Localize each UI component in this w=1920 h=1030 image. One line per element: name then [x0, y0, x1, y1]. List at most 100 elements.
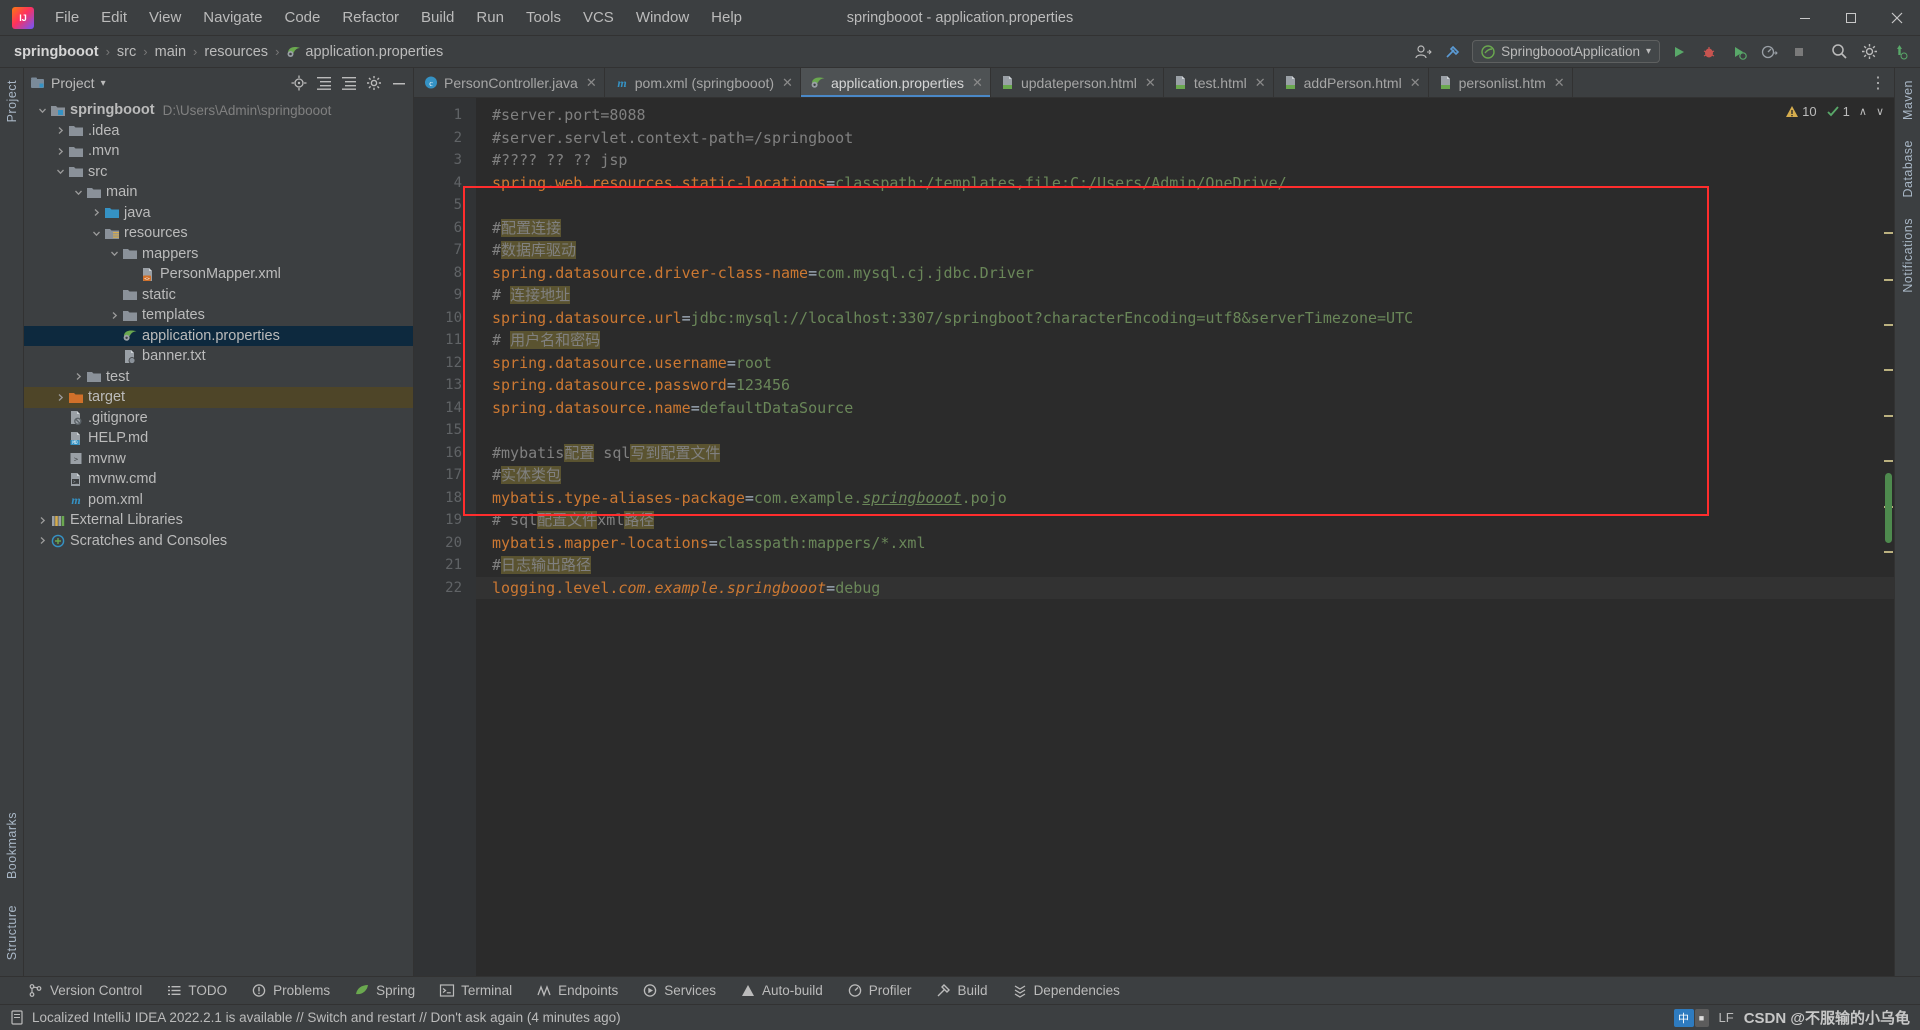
chevron-right-icon[interactable]: [90, 208, 103, 217]
code-line[interactable]: spring.datasource.username=root: [476, 352, 1894, 375]
tree-node-mvnw-cmd[interactable]: >_ mvnw.cmd: [24, 469, 413, 490]
tree-node-target[interactable]: target: [24, 387, 413, 408]
tree-node-idea[interactable]: .idea: [24, 121, 413, 142]
tree-node-resources[interactable]: resources: [24, 223, 413, 244]
tool-window-button-services[interactable]: Services: [630, 980, 728, 1001]
tool-window-button-todo[interactable]: TODO: [154, 980, 239, 1001]
code-content[interactable]: #server.port=8088 #server.servlet.context…: [476, 98, 1894, 976]
search-everywhere-icon[interactable]: [1828, 41, 1850, 63]
tool-window-button-spring[interactable]: Spring: [342, 980, 427, 1001]
tree-node-help-md[interactable]: MD HELP.md: [24, 428, 413, 449]
rail-item-project[interactable]: Project: [5, 74, 19, 128]
chevron-right-icon[interactable]: [54, 147, 67, 156]
editor-tab-personcontroller-java[interactable]: c PersonController.java ✕: [414, 68, 605, 97]
editor-tab-personlist-htm[interactable]: personlist.htm ✕: [1429, 68, 1573, 97]
close-icon[interactable]: ✕: [586, 75, 597, 91]
code-line[interactable]: mybatis.type-aliases-package=com.example…: [476, 487, 1894, 510]
next-problem-icon[interactable]: ∨: [1876, 105, 1884, 118]
collapse-all-icon[interactable]: [341, 75, 357, 91]
breadcrumb-item-src[interactable]: src: [113, 42, 140, 62]
tree-node-main[interactable]: main: [24, 182, 413, 203]
previous-problem-icon[interactable]: ∧: [1859, 105, 1867, 118]
code-line[interactable]: #日志输出路径: [476, 554, 1894, 577]
stop-icon[interactable]: [1788, 41, 1810, 63]
breadcrumb-item-resources[interactable]: resources: [200, 42, 272, 62]
chevron-down-icon[interactable]: [36, 106, 49, 115]
menu-navigate[interactable]: Navigate: [192, 5, 273, 30]
rail-item-structure[interactable]: Structure: [5, 899, 19, 966]
menu-edit[interactable]: Edit: [90, 5, 138, 30]
debug-bug-icon[interactable]: [1698, 41, 1720, 63]
locate-file-icon[interactable]: [291, 75, 307, 91]
status-message[interactable]: Localized IntelliJ IDEA 2022.2.1 is avai…: [32, 1010, 621, 1025]
chevron-right-icon[interactable]: [108, 311, 121, 320]
tree-node-templates[interactable]: templates: [24, 305, 413, 326]
editor-tab-application-properties[interactable]: application.properties ✕: [800, 68, 991, 97]
code-line[interactable]: #server.port=8088: [476, 104, 1894, 127]
code-line[interactable]: [476, 194, 1894, 217]
tool-window-button-dependencies[interactable]: Dependencies: [1000, 980, 1132, 1001]
expand-all-icon[interactable]: [316, 75, 332, 91]
minimize-button[interactable]: [1782, 0, 1828, 36]
run-configuration-selector[interactable]: SpringboootApplication ▾: [1472, 40, 1660, 63]
rail-item-notifications[interactable]: Notifications: [1901, 212, 1915, 299]
editor-tab-addperson-html[interactable]: addPerson.html ✕: [1274, 68, 1429, 97]
menu-build[interactable]: Build: [410, 5, 465, 30]
code-line[interactable]: #server.servlet.context-path=/springboot: [476, 127, 1894, 150]
menu-help[interactable]: Help: [700, 5, 753, 30]
menu-view[interactable]: View: [138, 5, 192, 30]
code-line[interactable]: spring.datasource.url=jdbc:mysql://local…: [476, 307, 1894, 330]
chevron-right-icon[interactable]: [54, 126, 67, 135]
chevron-down-icon[interactable]: [72, 188, 85, 197]
menu-run[interactable]: Run: [465, 5, 515, 30]
tree-node-banner-txt[interactable]: banner.txt: [24, 346, 413, 367]
editor-tab-updateperson-html[interactable]: updateperson.html ✕: [991, 68, 1164, 97]
run-with-coverage-icon[interactable]: [1728, 41, 1750, 63]
chevron-down-icon[interactable]: [54, 167, 67, 176]
menu-code[interactable]: Code: [273, 5, 331, 30]
tree-node-pom-xml[interactable]: m pom.xml: [24, 490, 413, 511]
editor-tab-bar[interactable]: c PersonController.java ✕ m pom.xml (springb…: [414, 68, 1894, 98]
menu-refactor[interactable]: Refactor: [331, 5, 410, 30]
tool-window-button-version-control[interactable]: Version Control: [16, 980, 154, 1001]
project-tree[interactable]: springbooot D:\Users\Admin\springbooot .id…: [24, 98, 413, 976]
code-line[interactable]: spring.datasource.driver-class-name=com.…: [476, 262, 1894, 285]
menu-vcs[interactable]: VCS: [572, 5, 625, 30]
tool-window-button-profiler[interactable]: Profiler: [835, 980, 924, 1001]
close-icon[interactable]: ✕: [1410, 75, 1421, 91]
updates-icon[interactable]: [1888, 41, 1910, 63]
editor-tab-test-html[interactable]: test.html ✕: [1164, 68, 1274, 97]
close-icon[interactable]: ✕: [1255, 75, 1266, 91]
tree-node-src[interactable]: src: [24, 162, 413, 183]
rail-item-database[interactable]: Database: [1901, 134, 1915, 204]
chevron-right-icon[interactable]: [54, 393, 67, 402]
tree-node-application-properties[interactable]: application.properties: [24, 325, 413, 346]
inspection-widget[interactable]: 10 1 ∧ ∨: [1785, 104, 1884, 119]
error-stripe-bar[interactable]: [1881, 98, 1894, 976]
tree-node-test[interactable]: test: [24, 367, 413, 388]
tool-window-button-terminal[interactable]: Terminal: [427, 980, 524, 1001]
chevron-right-icon[interactable]: [36, 516, 49, 525]
tree-node-personmapper-xml[interactable]: <> PersonMapper.xml: [24, 264, 413, 285]
tree-node-springbooot[interactable]: springbooot D:\Users\Admin\springbooot: [24, 100, 413, 121]
editor-scrollbar-thumb[interactable]: [1885, 473, 1892, 543]
breadcrumb-item-project[interactable]: springbooot: [10, 42, 103, 62]
close-button[interactable]: [1874, 0, 1920, 36]
inspection-warnings[interactable]: 10: [1785, 104, 1817, 119]
code-line[interactable]: spring.datasource.name=defaultDataSource: [476, 397, 1894, 420]
tool-window-button-problems[interactable]: Problems: [239, 980, 342, 1001]
settings-gear-icon[interactable]: [1858, 41, 1880, 63]
close-icon[interactable]: ✕: [972, 75, 983, 91]
code-line[interactable]: # 连接地址: [476, 284, 1894, 307]
breadcrumb-item-file[interactable]: application.properties: [282, 42, 447, 62]
tree-node-external-libraries[interactable]: External Libraries: [24, 510, 413, 531]
menu-file[interactable]: File: [44, 5, 90, 30]
code-line[interactable]: #实体类包: [476, 464, 1894, 487]
maximize-button[interactable]: [1828, 0, 1874, 36]
rail-item-bookmarks[interactable]: Bookmarks: [5, 806, 19, 885]
inspection-checks[interactable]: 1: [1826, 104, 1850, 119]
breadcrumb-item-main[interactable]: main: [151, 42, 190, 62]
ime-indicator[interactable]: 中 ■: [1673, 1008, 1709, 1027]
chevron-down-icon[interactable]: ▾: [101, 78, 106, 89]
code-line[interactable]: mybatis.mapper-locations=classpath:mappe…: [476, 532, 1894, 555]
